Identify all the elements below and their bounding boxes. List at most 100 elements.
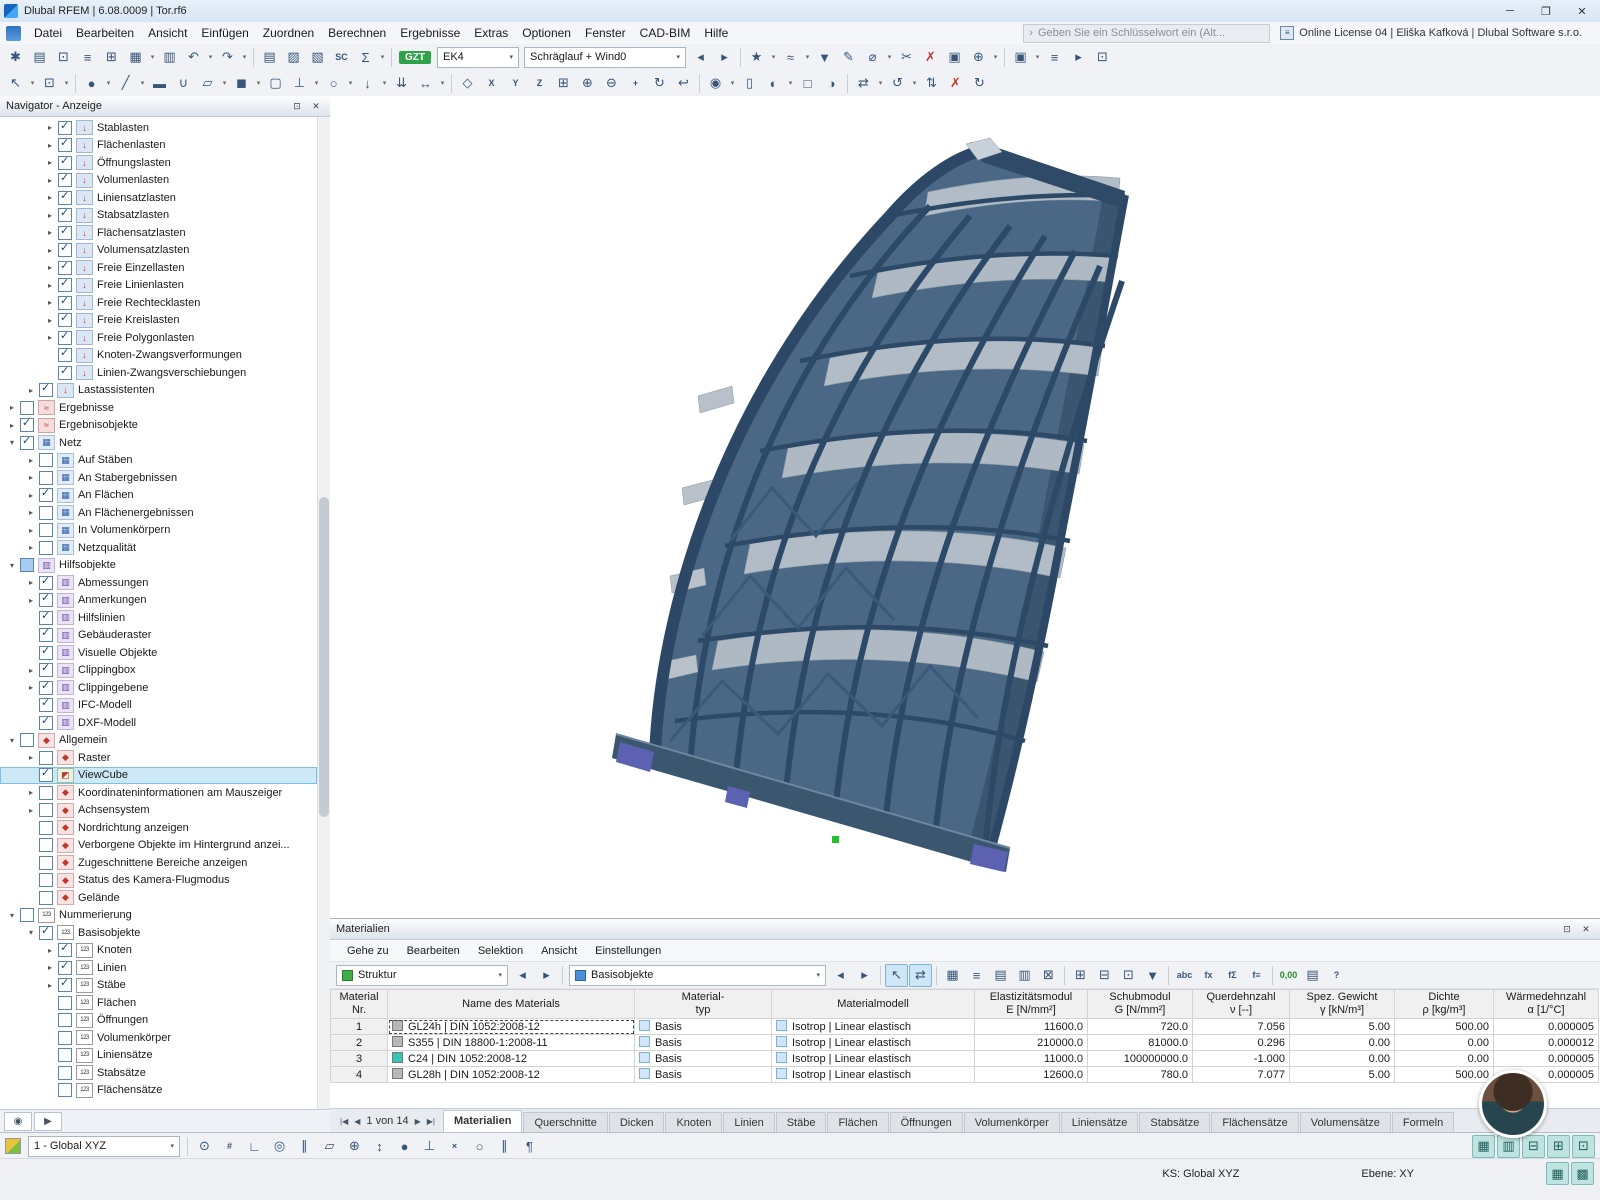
column-header-name-des-materials[interactable]: Name des Materials [388,990,635,1019]
first-table-icon[interactable]: |◀ [340,1117,348,1126]
chevron-down-icon[interactable]: ▾ [885,53,894,61]
view-in-z-icon[interactable]: Z [528,72,551,95]
export-table-icon[interactable]: ▤ [989,964,1012,987]
insert-hinge-icon[interactable]: ○ [322,72,345,95]
tree-checkbox[interactable] [39,576,53,590]
thermal-expansion-cell[interactable]: 0.000012 [1494,1035,1599,1051]
formula-table-icon[interactable]: f≡ [1245,964,1268,987]
formula-sum-icon[interactable]: fΣ [1221,964,1244,987]
tree-expand-icon[interactable]: ▸ [4,403,20,412]
tree-checkbox[interactable] [58,296,72,310]
tree-item-volumensatzlasten[interactable]: ▸↓Volumensatzlasten [0,242,317,260]
material-model-cell[interactable]: Isotrop | Linear elastisch [772,1019,975,1035]
menu-datei[interactable]: Datei [27,26,69,40]
tree-checkbox[interactable] [20,733,34,747]
tree-item-stablasten[interactable]: ▸↓Stablasten [0,119,317,137]
row-number-cell[interactable]: 3 [331,1051,388,1067]
tree-item-ffnungslasten[interactable]: ▸↓Öffnungslasten [0,154,317,172]
menu-hilfe[interactable]: Hilfe [697,26,735,40]
paintbrush-icon[interactable]: ✎ [837,46,860,69]
tree-checkbox[interactable] [58,121,72,135]
work-coordinate-combo[interactable]: 1 - Global XYZ ▾ [28,1136,180,1157]
tree-checkbox[interactable] [58,173,72,187]
fullscreen-graphic-icon[interactable]: ⊡ [1091,46,1114,69]
delete-objects-icon[interactable]: ✗ [944,72,967,95]
next-table-icon[interactable]: ▸ [853,964,876,987]
row-number-cell[interactable]: 2 [331,1035,388,1051]
tree-checkbox[interactable] [39,541,53,555]
menu-ergebnisse[interactable]: Ergebnisse [393,26,467,40]
tree-checkbox[interactable] [39,663,53,677]
regenerate-model-icon[interactable]: ↻ [968,72,991,95]
tree-item-verborgene-objekte-im-hintergrund-anzei[interactable]: ◆Verborgene Objekte im Hintergrund anzei… [0,837,317,855]
tree-expand-icon[interactable]: ▸ [42,298,58,307]
tree-expand-icon[interactable]: ▸ [23,473,39,482]
tree-item-ffnungen[interactable]: 123Öffnungen [0,1012,317,1030]
tree-expand-icon[interactable]: ▸ [23,386,39,395]
tree-item-stabs-tze[interactable]: 123Stabsätze [0,1064,317,1082]
chevron-down-icon[interactable]: ▾ [346,79,355,87]
column-header-materialmodell[interactable]: Materialmodell [772,990,975,1019]
tree-item-clippingebene[interactable]: ▸▥Clippingebene [0,679,317,697]
shear-modulus-cell[interactable]: 81000.0 [1088,1035,1193,1051]
units-settings-icon[interactable]: 0,00 [1277,964,1300,987]
tree-item-visuelle-objekte[interactable]: ▥Visuelle Objekte [0,644,317,662]
menu-einf-gen[interactable]: Einfügen [194,26,255,40]
tree-item-geb-uderaster[interactable]: ▥Gebäuderaster [0,627,317,645]
tree-checkbox[interactable] [39,646,53,660]
tree-item-ergebnisobjekte[interactable]: ▸≈Ergebnisobjekte [0,417,317,435]
tree-expand-icon[interactable]: ▸ [42,316,58,325]
report-printout-icon[interactable]: ▨ [282,46,305,69]
poisson-ratio-cell[interactable]: -1.000 [1193,1051,1290,1067]
tree-item-ifc-modell[interactable]: ▥IFC-Modell [0,697,317,715]
column-header-elastizit-tsmodul[interactable]: ElastizitätsmodulE [N/mm²] [975,990,1088,1019]
materials-menu-gehe-zu[interactable]: Gehe zu [338,945,398,957]
tree-item-freie-polygonlasten[interactable]: ▸↓Freie Polygonlasten [0,329,317,347]
tree-item-koordinateninformationen-am-mauszeiger[interactable]: ▸◆Koordinateninformationen am Mauszeiger [0,784,317,802]
tree-expand-icon[interactable]: ▸ [42,123,58,132]
tree-checkbox[interactable] [58,208,72,222]
tree-expand-icon[interactable]: ▸ [42,946,58,955]
tree-checkbox[interactable] [58,978,72,992]
tree-expand-icon[interactable]: ▸ [42,176,58,185]
coordinate-system-icon[interactable]: ⊕ [343,1135,366,1158]
tree-expand-icon[interactable]: ▸ [42,281,58,290]
material-type-cell[interactable]: Basis [635,1019,772,1035]
last-table-icon[interactable]: ▶| [427,1117,435,1126]
view-isometric-icon[interactable]: ◇ [456,72,479,95]
specific-weight-cell[interactable]: 0.00 [1290,1035,1395,1051]
tree-item-gel-nde[interactable]: ◆Gelände [0,889,317,907]
column-filter-icon[interactable]: ▼ [1141,964,1164,987]
tree-expand-icon[interactable]: ▸ [23,543,39,552]
visibility-modes-icon[interactable]: ◉ [704,72,727,95]
materials-menu-bearbeiten[interactable]: Bearbeiten [398,945,469,957]
tree-checkbox[interactable] [39,453,53,467]
insert-solid-icon[interactable]: ◼ [230,72,253,95]
select-special-icon[interactable]: ⊡ [38,72,61,95]
layer-manager-icon[interactable]: ≡ [1043,46,1066,69]
tree-checkbox[interactable] [58,943,72,957]
rotate-copy-icon[interactable]: ↺ [886,72,909,95]
measure-tool-icon[interactable]: ⌀ [861,46,884,69]
tree-expand-icon[interactable]: ▸ [42,158,58,167]
result-filter-icon[interactable]: ▼ [813,46,836,69]
previous-table-icon[interactable]: ◂ [829,964,852,987]
elastic-modulus-cell[interactable]: 11600.0 [975,1019,1088,1035]
view-manager-icon[interactable]: ▣ [1009,46,1032,69]
tab-fl-chens-tze[interactable]: Flächensätze [1211,1112,1298,1133]
app-grid-icon[interactable] [6,26,21,41]
tree-item-fl-chensatzlasten[interactable]: ▸↓Flächensatzlasten [0,224,317,242]
tree-expand-icon[interactable]: ▾ [4,561,20,570]
close-panel-icon[interactable]: ✕ [308,99,324,113]
save-model-icon[interactable]: ⊡ [52,46,75,69]
menu-zuordnen[interactable]: Zuordnen [256,26,321,40]
tree-expand-icon[interactable]: ▸ [23,491,39,500]
tree-checkbox[interactable] [58,348,72,362]
poisson-ratio-cell[interactable]: 7.077 [1193,1067,1290,1083]
shear-modulus-cell[interactable]: 780.0 [1088,1067,1193,1083]
copy-graphic-icon[interactable]: ⊞ [100,46,123,69]
tree-checkbox[interactable] [58,261,72,275]
tree-item-linien[interactable]: ▸123Linien [0,959,317,977]
tree-item-volumenk-rper[interactable]: 123Volumenkörper [0,1029,317,1047]
density-cell[interactable]: 0.00 [1395,1035,1494,1051]
